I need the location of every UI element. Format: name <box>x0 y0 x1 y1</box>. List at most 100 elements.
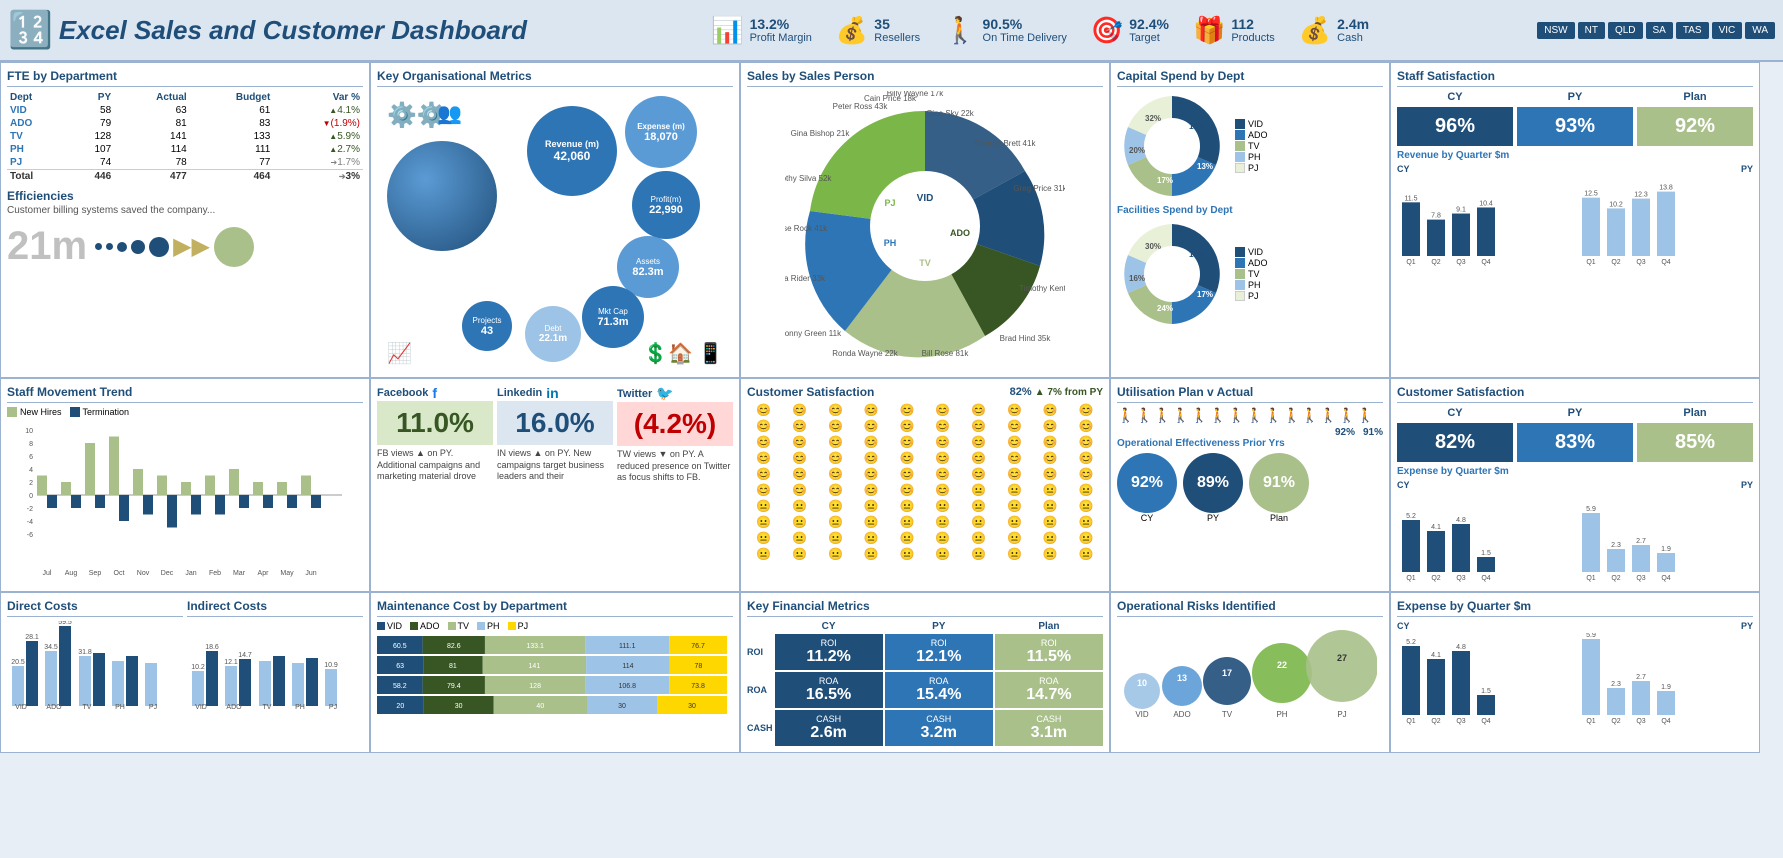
linkedin-desc: IN views ▲ on PY. New campaigns target b… <box>497 448 613 483</box>
fte-var: 5.9% <box>273 130 363 143</box>
smiley-cell: 😐 <box>1033 547 1067 561</box>
ss-header-py: PY <box>1517 91 1633 103</box>
state-btn-nt[interactable]: NT <box>1578 22 1605 39</box>
kf-roa-cy: ROA16.5% <box>775 672 883 708</box>
csr-cy-value: 82% <box>1397 423 1513 462</box>
customer-sat-right-section: Customer Satisfaction CY PY Plan 82% 83%… <box>1390 378 1760 592</box>
logo-icon: 🔢 <box>8 9 53 51</box>
op-eff-py-circle: 89% <box>1183 453 1243 513</box>
fac-legend-ph: PH <box>1248 280 1261 290</box>
fte-dept: VID <box>7 104 67 117</box>
capital-donut: 18% 13% 17% 20% 32% <box>1117 91 1227 201</box>
svg-text:ADO: ADO <box>46 704 62 711</box>
state-btn-sa[interactable]: SA <box>1646 22 1673 39</box>
svg-text:TV: TV <box>263 704 272 711</box>
fte-total-dept: Total <box>7 170 67 184</box>
arrow-icon <box>329 105 337 116</box>
maint-label-ph: 106.8 <box>618 683 636 690</box>
new-hire-bar <box>181 482 191 495</box>
direct-costs-chart: 20.5 28.1 34.5 59.5 31.8 <box>7 621 167 711</box>
state-btn-tas[interactable]: TAS <box>1676 22 1709 39</box>
svg-text:TV: TV <box>1222 710 1233 719</box>
state-btn-vic[interactable]: VIC <box>1712 22 1743 39</box>
svg-text:Q3: Q3 <box>1636 575 1645 582</box>
utilisation-title: Utilisation Plan v Actual <box>1117 385 1383 403</box>
kpi-text-profit-margin: 13.2% Profit Margin <box>750 16 812 44</box>
fte-dept: PJ <box>7 156 67 170</box>
smiley-cell: 😊 <box>747 467 781 481</box>
kf-roi-plan: ROI11.5% <box>995 634 1103 670</box>
svg-text:PH: PH <box>115 704 125 711</box>
smiley-cell: 😐 <box>998 499 1032 513</box>
twitter-desc: TW views ▼ on PY. A reduced presence on … <box>617 449 733 484</box>
svg-text:2.7: 2.7 <box>1636 674 1646 681</box>
smiley-cell: 😊 <box>926 483 960 497</box>
new-hire-bar <box>253 482 263 495</box>
maint-leg-ph: PH <box>487 621 500 631</box>
svg-text:Q2: Q2 <box>1611 718 1620 725</box>
svg-text:10: 10 <box>1137 678 1147 688</box>
fte-col-actual: Actual <box>114 91 190 104</box>
termination-bar <box>287 495 297 508</box>
bubble-debt-label: Debt <box>545 324 562 333</box>
maint-label-ph: 30 <box>618 703 626 710</box>
smiley-cell: 😊 <box>1069 435 1103 449</box>
smiley-cell: 😐 <box>1033 483 1067 497</box>
linkedin-icon: in <box>546 385 558 401</box>
state-btn-qld[interactable]: QLD <box>1608 22 1643 39</box>
person-green-6: 🚶 <box>1338 407 1355 424</box>
fte-actual: 141 <box>114 130 190 143</box>
svg-text:Aug: Aug <box>65 570 78 577</box>
bubble-mktcap-label: Mkt Cap <box>598 307 628 316</box>
rev-py-bar <box>1607 208 1625 256</box>
smiley-cell: 😐 <box>819 547 853 561</box>
smiley-cell: 😐 <box>1069 499 1103 513</box>
fte-dept: TV <box>7 130 67 143</box>
kf-roi-cy: ROI11.2% <box>775 634 883 670</box>
rev-cy-bar <box>1402 202 1420 256</box>
smiley-cell: 😊 <box>962 435 996 449</box>
maintenance-section: Maintenance Cost by Department VID ADO T… <box>370 592 740 753</box>
smiley-cell: 😊 <box>854 451 888 465</box>
table-row: PJ 74 78 77 1.7% <box>7 156 363 170</box>
ss-py-value: 93% <box>1517 107 1633 146</box>
fte-col-budget: Budget <box>190 91 274 104</box>
fte-col-py: PY <box>67 91 114 104</box>
arrow-icon <box>329 131 337 142</box>
kpi-target: 🎯 92.4% Target <box>1091 15 1169 46</box>
svg-text:1.9: 1.9 <box>1661 546 1671 553</box>
kpi-label-products: Products <box>1231 32 1274 44</box>
smiley-cell: 😊 <box>747 483 781 497</box>
fte-var: 4.1% <box>273 104 363 117</box>
svg-text:Q4: Q4 <box>1661 259 1670 266</box>
twitter-label: Twitter <box>617 388 652 400</box>
fte-col-dept: Dept <box>7 91 67 104</box>
svg-text:Dec: Dec <box>161 570 174 577</box>
smiley-cell: 😐 <box>783 515 817 529</box>
person-green-2: 🚶 <box>1228 407 1245 424</box>
staff-movement-title: Staff Movement Trend <box>7 385 363 403</box>
dot-3 <box>117 242 127 252</box>
svg-text:Q1: Q1 <box>1406 575 1415 582</box>
state-buttons[interactable]: NSWNTQLDSATASVICWA <box>1537 22 1775 39</box>
smiley-cell: 😐 <box>819 515 853 529</box>
smiley-cell: 😊 <box>1033 419 1067 433</box>
kpi-products: 🎁 112 Products <box>1193 15 1275 46</box>
state-btn-nsw[interactable]: NSW <box>1537 22 1574 39</box>
sales-person-title: Sales by Sales Person <box>747 69 1103 87</box>
smiley-cell: 😊 <box>1033 435 1067 449</box>
bubble-projects-value: 43 <box>481 325 493 337</box>
smiley-cell: 😊 <box>926 451 960 465</box>
kf-roa-plan: ROA14.7% <box>995 672 1103 708</box>
svg-text:Ronda Wayne 22k: Ronda Wayne 22k <box>832 349 899 358</box>
state-btn-wa[interactable]: WA <box>1745 22 1775 39</box>
app-title: Excel Sales and Customer Dashboard <box>59 15 527 46</box>
kpi-value-target: 92.4% <box>1129 16 1169 32</box>
rev-py-bar <box>1657 192 1675 256</box>
bubble-expense: Expense (m) 18,070 <box>625 96 697 168</box>
maintenance-legend: VID ADO TV PH PJ <box>377 621 733 631</box>
smiley-cell: 😊 <box>1069 419 1103 433</box>
fte-table: Dept PY Actual Budget Var % VID 58 63 61… <box>7 91 363 183</box>
svg-text:Peter Ross 43k: Peter Ross 43k <box>833 102 889 111</box>
fte-dept: ADO <box>7 117 67 130</box>
